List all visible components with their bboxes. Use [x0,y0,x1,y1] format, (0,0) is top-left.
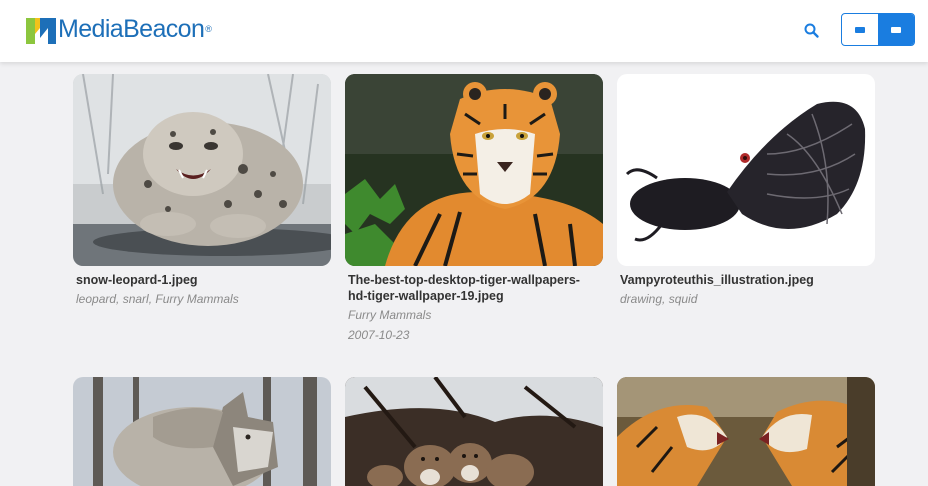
fighting-tigers-image [617,377,875,486]
asset-card[interactable] [73,377,331,486]
search-button[interactable] [801,20,823,42]
asset-filename: snow-leopard-1.jpeg [76,273,198,287]
asset-card[interactable] [345,377,603,486]
asset-filename: Vampyroteuthis_illustration.jpeg [620,273,814,287]
asset-card[interactable] [617,377,875,486]
compact-view-button[interactable] [842,14,878,45]
asset-card[interactable]: Vampyroteuthis_illustration.jpeg drawing… [617,74,875,307]
vampire-squid-image [617,74,875,266]
asset-thumbnail[interactable] [617,74,875,266]
asset-thumbnail[interactable] [345,377,603,486]
asset-filename: The-best-top-desktop-tiger-wallpapers-hd… [348,273,580,303]
wolf-pack-image [345,377,603,486]
asset-tags: Furry Mammals [348,308,432,322]
compact-view-icon [855,26,865,33]
view-toggle [841,13,915,46]
registered-mark: ® [205,24,212,34]
grid-view-icon [891,26,901,33]
wolf-image [73,377,331,486]
asset-card[interactable]: The-best-top-desktop-tiger-wallpapers-hd… [345,74,603,343]
grid-view-button[interactable] [878,14,914,45]
search-icon [804,23,819,38]
snow-leopard-image [73,74,331,266]
asset-tags: leopard, snarl, Furry Mammals [76,292,239,306]
asset-thumbnail[interactable] [617,377,875,486]
tiger-image [345,74,603,266]
logo-text: MediaBeacon [58,15,205,43]
mediabeacon-logo[interactable]: MediaBeacon ® [26,14,212,44]
logo-mark-icon [26,18,56,44]
app-header: MediaBeacon ® [0,0,928,62]
asset-card[interactable]: snow-leopard-1.jpeg leopard, snarl, Furr… [73,74,331,307]
asset-thumbnail[interactable] [345,74,603,266]
asset-thumbnail[interactable] [73,74,331,266]
asset-tags: drawing, squid [620,292,698,306]
asset-thumbnail[interactable] [73,377,331,486]
asset-date: 2007-10-23 [348,328,410,342]
